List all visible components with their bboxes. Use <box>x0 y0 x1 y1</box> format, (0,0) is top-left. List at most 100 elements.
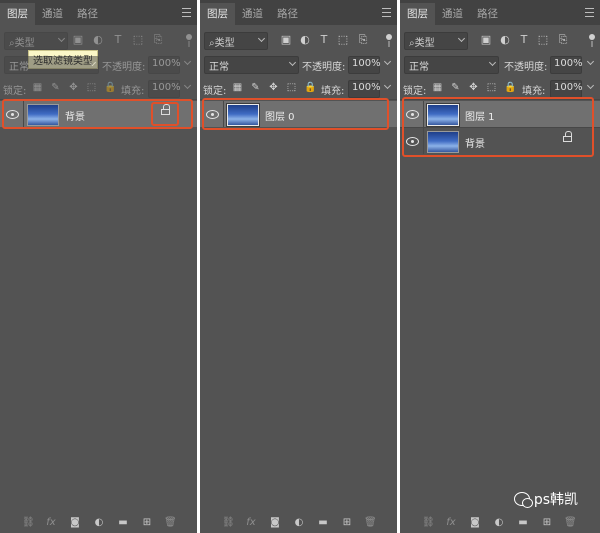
lock-image-icon[interactable]: ✎ <box>450 82 461 93</box>
lock-label: 锁定: <box>403 86 427 97</box>
opacity-input[interactable]: 100% <box>550 56 583 74</box>
opacity-dropdown[interactable] <box>584 56 596 72</box>
adjustment-icon[interactable]: ◐ <box>93 517 105 529</box>
image-filter-icon[interactable]: ▣ <box>72 34 84 46</box>
tab-channels[interactable]: 通道 <box>235 3 270 25</box>
chevron-down-icon <box>57 34 66 43</box>
panel-tabbar: 图层 通道 路径 <box>200 0 397 25</box>
lock-position-icon[interactable]: ✥ <box>68 82 79 93</box>
fx-icon[interactable]: fx <box>45 517 57 529</box>
lock-artboard-icon[interactable]: ⬚ <box>86 82 97 93</box>
fx-icon[interactable]: fx <box>445 517 457 529</box>
mask-icon[interactable]: ◙ <box>269 517 281 529</box>
smart-object-filter-icon[interactable]: ⎘ <box>357 34 369 46</box>
mask-icon[interactable]: ◙ <box>469 517 481 529</box>
filter-type-select[interactable]: ⌕类型 <box>404 32 468 50</box>
folder-icon[interactable]: ▬ <box>317 517 329 529</box>
adjustment-icon[interactable]: ◐ <box>293 517 305 529</box>
blend-mode-select[interactable]: 正常 <box>404 56 499 74</box>
link-icon[interactable]: ⛓ <box>222 517 235 529</box>
fill-dropdown[interactable] <box>381 80 393 96</box>
type-filter-icon[interactable]: T <box>518 34 530 46</box>
new-layer-icon[interactable]: ⊞ <box>141 517 153 529</box>
lock-transparent-icon[interactable]: ▦ <box>432 82 443 93</box>
adjustment-icon[interactable]: ◐ <box>493 517 505 529</box>
tab-layers[interactable]: 图层 <box>400 3 435 25</box>
panel-tabbar: 图层 通道 路径 <box>400 0 600 25</box>
lock-image-icon[interactable]: ✎ <box>250 82 261 93</box>
chevron-down-icon <box>288 58 297 67</box>
link-icon[interactable]: ⛓ <box>422 517 435 529</box>
folder-icon[interactable]: ▬ <box>117 517 129 529</box>
tab-paths[interactable]: 路径 <box>70 3 105 25</box>
new-layer-icon[interactable]: ⊞ <box>541 517 553 529</box>
tab-channels[interactable]: 通道 <box>435 3 470 25</box>
chevron-down-icon <box>183 57 192 66</box>
mask-icon[interactable]: ◙ <box>69 517 81 529</box>
lock-all-icon[interactable]: 🔒 <box>104 82 116 93</box>
lock-all-icon[interactable]: 🔒 <box>504 82 516 93</box>
type-filter-icon[interactable]: T <box>112 34 124 46</box>
fill-input[interactable]: 100% <box>148 80 181 98</box>
shape-filter-icon[interactable]: ⬚ <box>537 34 549 46</box>
chevron-down-icon <box>257 34 266 43</box>
blend-mode-select[interactable]: 正常 <box>204 56 299 74</box>
tab-paths[interactable]: 路径 <box>270 3 305 25</box>
lock-all-icon[interactable]: 🔒 <box>304 82 316 93</box>
blend-mode-select[interactable]: 正常 <box>4 56 99 74</box>
adjustment-filter-icon[interactable]: ◐ <box>92 34 104 46</box>
filter-toggle-bar <box>188 41 190 47</box>
tab-paths[interactable]: 路径 <box>470 3 505 25</box>
tab-layers[interactable]: 图层 <box>200 3 235 25</box>
smart-object-filter-icon[interactable]: ⎘ <box>557 34 569 46</box>
lock-transparent-icon[interactable]: ▦ <box>32 82 43 93</box>
lock-position-icon[interactable]: ✥ <box>468 82 479 93</box>
shape-filter-icon[interactable]: ⬚ <box>337 34 349 46</box>
panel-menu-icon[interactable] <box>585 8 594 17</box>
opacity-dropdown[interactable] <box>381 56 393 72</box>
filter-toggle-icon[interactable] <box>186 34 192 40</box>
lock-artboard-icon[interactable]: ⬚ <box>286 82 297 93</box>
adjustment-filter-icon[interactable]: ◐ <box>499 34 511 46</box>
trash-icon[interactable]: 🗑 <box>164 517 177 529</box>
trash-icon[interactable]: 🗑 <box>364 517 377 529</box>
lock-artboard-icon[interactable]: ⬚ <box>486 82 497 93</box>
filter-type-select[interactable]: ⌕类型 <box>4 32 68 50</box>
fx-icon[interactable]: fx <box>245 517 257 529</box>
filter-type-select[interactable]: ⌕类型 <box>204 32 268 50</box>
watermark: ps韩凯 <box>513 489 578 509</box>
fill-dropdown[interactable] <box>584 80 596 96</box>
trash-icon[interactable]: 🗑 <box>564 517 577 529</box>
image-filter-icon[interactable]: ▣ <box>480 34 492 46</box>
new-layer-icon[interactable]: ⊞ <box>341 517 353 529</box>
opacity-input[interactable]: 100% <box>348 56 381 74</box>
fill-input[interactable]: 100% <box>348 80 381 98</box>
lock-image-icon[interactable]: ✎ <box>50 82 61 93</box>
image-filter-icon[interactable]: ▣ <box>280 34 292 46</box>
chevron-down-icon <box>383 81 392 90</box>
opacity-input[interactable]: 100% <box>148 56 181 74</box>
opacity-value: 100% <box>554 58 583 69</box>
fill-input[interactable]: 100% <box>550 80 583 98</box>
panel-menu-icon[interactable] <box>182 8 191 17</box>
blend-mode-value: 正常 <box>209 62 229 73</box>
smart-object-filter-icon[interactable]: ⎘ <box>152 34 164 46</box>
tab-layers[interactable]: 图层 <box>0 3 35 25</box>
filter-toggle-icon[interactable] <box>386 34 392 40</box>
filter-toggle-icon[interactable] <box>589 34 595 40</box>
tab-channels[interactable]: 通道 <box>35 3 70 25</box>
opacity-dropdown[interactable] <box>181 56 193 72</box>
lock-position-icon[interactable]: ✥ <box>268 82 279 93</box>
lock-transparent-icon[interactable]: ▦ <box>232 82 243 93</box>
highlight-box <box>202 98 389 130</box>
filter-row: ⌕类型 ▣ ◐ T ⬚ ⎘ <box>400 31 600 51</box>
blend-row: 正常 不透明度: 100% <box>200 55 397 75</box>
type-filter-icon[interactable]: T <box>318 34 330 46</box>
folder-icon[interactable]: ▬ <box>517 517 529 529</box>
link-icon[interactable]: ⛓ <box>22 517 35 529</box>
shape-filter-icon[interactable]: ⬚ <box>132 34 144 46</box>
adjustment-filter-icon[interactable]: ◐ <box>299 34 311 46</box>
fill-dropdown[interactable] <box>181 80 193 96</box>
panel-menu-icon[interactable] <box>382 8 391 17</box>
lock-row: 锁定: ▦ ✎ ✥ ⬚ 🔒 填充: 100% <box>200 79 397 99</box>
